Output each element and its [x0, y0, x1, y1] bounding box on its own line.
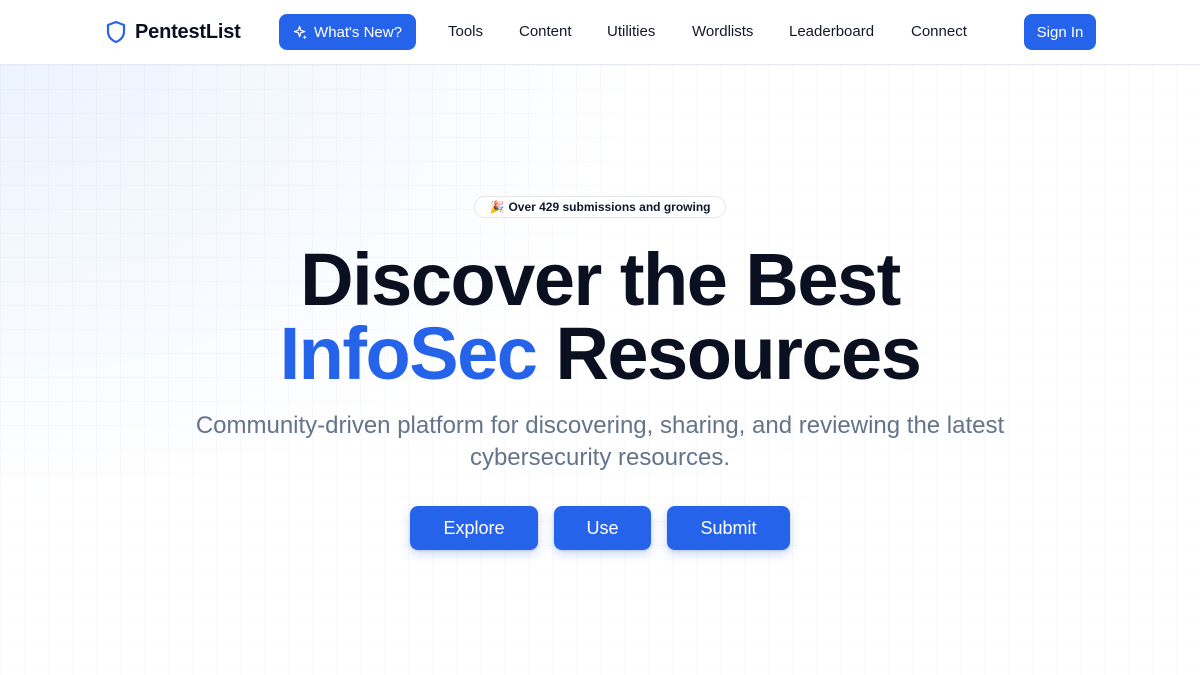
- nav-utilities[interactable]: Utilities: [607, 22, 655, 42]
- submissions-badge: 🎉 Over 429 submissions and growing: [474, 196, 726, 218]
- party-popper-icon: 🎉: [489, 200, 505, 214]
- submissions-badge-text: Over 429 submissions and growing: [508, 200, 711, 214]
- nav-connect[interactable]: Connect: [911, 22, 967, 42]
- sign-in-button[interactable]: Sign In: [1024, 14, 1096, 50]
- nav-leaderboard[interactable]: Leaderboard: [789, 22, 874, 42]
- top-nav: PentestList What's New? Tools Content Ut…: [0, 0, 1200, 65]
- nav-tools[interactable]: Tools: [448, 22, 483, 42]
- hero-headline-line2: InfoSec Resources: [0, 317, 1200, 391]
- hero-subtitle: Community-driven platform for discoverin…: [195, 412, 1005, 471]
- headline-accent: InfoSec: [279, 312, 538, 395]
- nav-content[interactable]: Content: [519, 22, 572, 42]
- explore-button[interactable]: Explore: [410, 506, 538, 550]
- submit-button[interactable]: Submit: [667, 506, 790, 550]
- brand-logo-link[interactable]: PentestList: [105, 19, 241, 45]
- hero-section: 🎉 Over 429 submissions and growing Disco…: [0, 65, 1200, 675]
- nav-wordlists[interactable]: Wordlists: [692, 22, 753, 42]
- shield-icon: [105, 20, 127, 44]
- use-button[interactable]: Use: [554, 506, 651, 550]
- headline-rest: Resources: [555, 312, 921, 395]
- sparkles-icon: [293, 25, 308, 40]
- whats-new-button[interactable]: What's New?: [279, 14, 416, 50]
- whats-new-label: What's New?: [314, 23, 402, 41]
- hero-headline-line1: Discover the Best: [300, 238, 901, 321]
- brand-name: PentestList: [135, 20, 241, 43]
